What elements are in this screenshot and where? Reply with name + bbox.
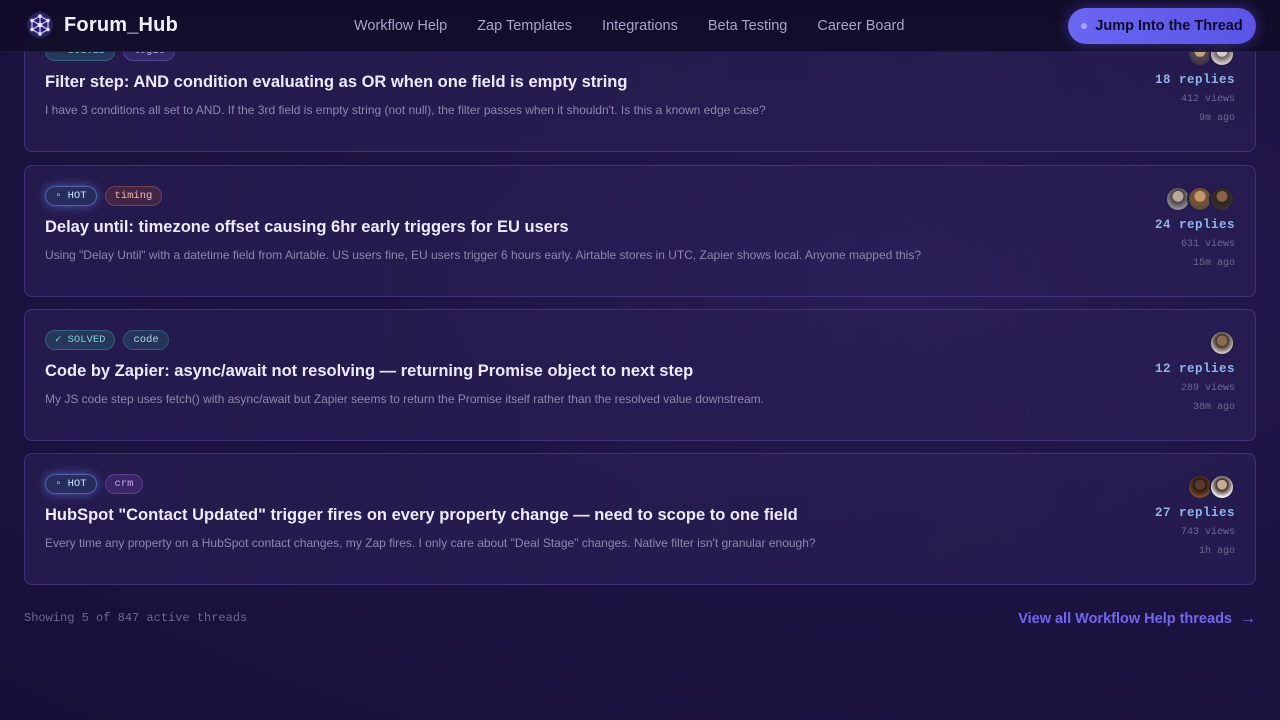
view-count: 412 views	[1180, 94, 1235, 105]
thread-stats: 18 replies 412 views 9m ago	[1095, 41, 1235, 124]
thread-stats: 27 replies 743 views 1h ago	[1095, 474, 1235, 557]
nav-link-beta-testing[interactable]: Beta Testing	[708, 18, 788, 34]
avatar[interactable]	[1209, 186, 1235, 212]
main-nav: Workflow Help Zap Templates Integrations…	[354, 0, 934, 52]
last-activity: 38m ago	[1192, 402, 1235, 413]
cta-label: Jump Into the Thread	[1095, 18, 1243, 34]
category-tag[interactable]: code	[123, 330, 169, 350]
thread-stats: 12 replies 289 views 38m ago	[1095, 330, 1235, 413]
thread-tags: ▫ HOT crm	[45, 474, 151, 494]
thread-tags: ✓ SOLVED code	[45, 330, 177, 350]
reply-count: 27 replies	[1154, 506, 1235, 520]
thread-card[interactable]: ✓ SOLVED code Code by Zapier: async/awai…	[24, 309, 1256, 441]
network-logo-icon	[27, 12, 53, 38]
reply-count: 18 replies	[1154, 73, 1235, 87]
thread-stats: 24 replies 631 views 15m ago	[1095, 186, 1235, 269]
thread-card[interactable]: ▫ HOT timing Delay until: timezone offse…	[24, 165, 1256, 297]
participant-avatars	[1095, 474, 1235, 500]
thread-tags: ▫ HOT timing	[45, 186, 170, 206]
view-count: 631 views	[1180, 239, 1235, 250]
brand[interactable]: Forum_Hub	[26, 11, 178, 39]
thread-count-status: Showing 5 of 847 active threads	[24, 611, 248, 625]
thread-card[interactable]: ▫ HOT crm HubSpot "Contact Updated" trig…	[24, 453, 1256, 585]
last-activity: 9m ago	[1198, 113, 1235, 124]
thread-excerpt: Every time any property on a HubSpot con…	[45, 536, 816, 550]
thread-title[interactable]: HubSpot "Contact Updated" trigger fires …	[45, 506, 798, 525]
view-count: 289 views	[1180, 383, 1235, 394]
avatar[interactable]	[1209, 330, 1235, 356]
thread-title[interactable]: Filter step: AND condition evaluating as…	[45, 73, 627, 92]
category-tag[interactable]: crm	[104, 474, 144, 494]
category-tag[interactable]: timing	[104, 186, 163, 206]
thread-excerpt: Using "Delay Until" with a datetime fiel…	[45, 248, 922, 262]
last-activity: 15m ago	[1192, 258, 1235, 269]
view-all-threads-link[interactable]: View all Workflow Help threads →	[1018, 610, 1256, 628]
top-navbar: Forum_Hub Workflow Help Zap Templates In…	[0, 0, 1280, 52]
nav-link-integrations[interactable]: Integrations	[602, 18, 678, 34]
thread-title[interactable]: Code by Zapier: async/await not resolvin…	[45, 362, 693, 381]
jump-into-thread-button[interactable]: Jump Into the Thread	[1068, 8, 1256, 44]
view-count: 743 views	[1180, 527, 1235, 538]
solved-tag[interactable]: ✓ SOLVED	[45, 330, 116, 350]
nav-link-career-board[interactable]: Career Board	[817, 18, 904, 34]
reply-count: 24 replies	[1154, 218, 1235, 232]
nav-link-zap-templates[interactable]: Zap Templates	[477, 18, 572, 34]
last-activity: 1h ago	[1198, 546, 1235, 557]
thread-excerpt: My JS code step uses fetch() with async/…	[45, 392, 764, 406]
participant-avatars	[1095, 186, 1235, 212]
thread-title[interactable]: Delay until: timezone offset causing 6hr…	[45, 218, 569, 237]
arrow-right-icon: →	[1240, 610, 1256, 627]
thread-excerpt: I have 3 conditions all set to AND. If t…	[45, 103, 766, 117]
participant-avatars	[1095, 330, 1235, 356]
reply-count: 12 replies	[1154, 362, 1235, 376]
avatar[interactable]	[1209, 474, 1235, 500]
brand-name: Forum_Hub	[64, 13, 179, 36]
hot-tag[interactable]: ▫ HOT	[45, 186, 97, 206]
hot-tag[interactable]: ▫ HOT	[45, 474, 97, 494]
nav-link-workflow-help[interactable]: Workflow Help	[354, 18, 447, 34]
view-all-label: View all Workflow Help threads	[1018, 611, 1232, 627]
dot-icon	[1081, 23, 1088, 29]
